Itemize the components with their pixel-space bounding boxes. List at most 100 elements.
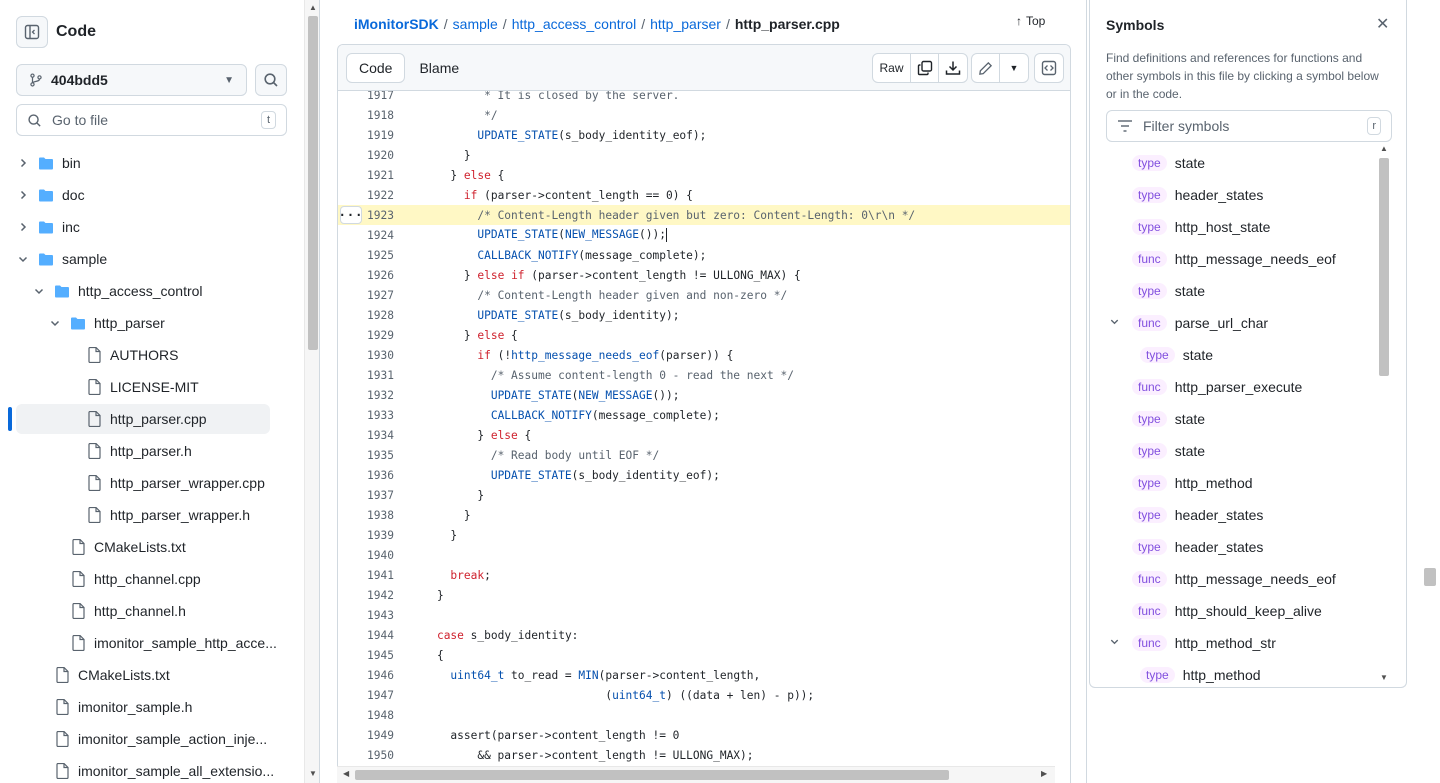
line-number[interactable]: 1918 bbox=[338, 109, 394, 122]
line-number[interactable]: 1920 bbox=[338, 149, 394, 162]
tree-file[interactable]: CMakeLists.txt bbox=[0, 660, 300, 690]
scroll-up-icon[interactable]: ▲ bbox=[309, 3, 317, 12]
line-number[interactable]: 1936 bbox=[338, 469, 394, 482]
symbol-item[interactable]: type header_states bbox=[1132, 532, 1263, 562]
breadcrumb-link[interactable]: http_access_control bbox=[512, 16, 637, 32]
code-line[interactable]: 1945 { bbox=[338, 645, 1070, 665]
code-line[interactable]: 1947 (uint64_t) ((data + len) - p)); bbox=[338, 685, 1070, 705]
line-number[interactable]: 1930 bbox=[338, 349, 394, 362]
tree-file[interactable]: imonitor_sample_http_acce... bbox=[0, 628, 300, 658]
scroll-left-icon[interactable]: ◀ bbox=[343, 769, 349, 778]
chevron-right-icon[interactable] bbox=[16, 189, 30, 201]
line-number[interactable]: 1932 bbox=[338, 389, 394, 402]
code-line[interactable]: 1917 * It is closed by the server. bbox=[338, 91, 1070, 105]
line-number[interactable]: 1941 bbox=[338, 569, 394, 582]
line-number[interactable]: 1925 bbox=[338, 249, 394, 262]
line-number[interactable]: 1946 bbox=[338, 669, 394, 682]
scroll-up-icon[interactable]: ▲ bbox=[1380, 144, 1388, 153]
search-button[interactable] bbox=[255, 64, 287, 96]
scroll-down-icon[interactable]: ▼ bbox=[309, 769, 317, 778]
code-scroll-thumb[interactable] bbox=[355, 770, 949, 780]
code-line[interactable]: 1932 UPDATE_STATE(NEW_MESSAGE()); bbox=[338, 385, 1070, 405]
line-number[interactable]: 1934 bbox=[338, 429, 394, 442]
line-number[interactable]: 1919 bbox=[338, 129, 394, 142]
page-scroll-thumb[interactable] bbox=[1424, 568, 1436, 586]
line-number[interactable]: 1948 bbox=[338, 709, 394, 722]
symbol-item[interactable]: type state bbox=[1140, 340, 1213, 370]
code-line[interactable]: 1943 bbox=[338, 605, 1070, 625]
tree-file[interactable]: http_channel.h bbox=[0, 596, 300, 626]
breadcrumb-repo-link[interactable]: iMonitorSDK bbox=[354, 16, 439, 32]
code-line[interactable]: 1936 UPDATE_STATE(s_body_identity_eof); bbox=[338, 465, 1070, 485]
code-line[interactable]: 1934 } else { bbox=[338, 425, 1070, 445]
symbols-scrollbar[interactable]: ▲ ▼ bbox=[1376, 142, 1392, 687]
symbol-item[interactable]: type state bbox=[1132, 148, 1205, 178]
line-number[interactable]: 1938 bbox=[338, 509, 394, 522]
line-number[interactable]: 1926 bbox=[338, 269, 394, 282]
tree-file[interactable]: http_channel.cpp bbox=[0, 564, 300, 594]
code-line[interactable]: 1923 /* Content-Length header given but … bbox=[338, 205, 1070, 225]
line-number[interactable]: 1943 bbox=[338, 609, 394, 622]
code-line[interactable]: 1927 /* Content-Length header given and … bbox=[338, 285, 1070, 305]
top-button[interactable]: ↑ Top bbox=[1016, 14, 1045, 28]
chevron-right-icon[interactable] bbox=[16, 221, 30, 233]
symbol-item[interactable]: func http_message_needs_eof bbox=[1132, 564, 1336, 594]
code-line[interactable]: 1922 if (parser->content_length == 0) { bbox=[338, 185, 1070, 205]
tree-folder[interactable]: http_parser bbox=[0, 308, 300, 338]
code-line[interactable]: 1928 UPDATE_STATE(s_body_identity); bbox=[338, 305, 1070, 325]
scroll-right-icon[interactable]: ▶ bbox=[1041, 769, 1047, 778]
line-number[interactable]: 1917 bbox=[338, 91, 394, 102]
line-number[interactable]: 1940 bbox=[338, 549, 394, 562]
breadcrumb-link[interactable]: sample bbox=[453, 16, 498, 32]
tree-file[interactable]: CMakeLists.txt bbox=[0, 532, 300, 562]
line-number[interactable]: 1944 bbox=[338, 629, 394, 642]
code-line[interactable]: 1933 CALLBACK_NOTIFY(message_complete); bbox=[338, 405, 1070, 425]
symbol-item[interactable]: type state bbox=[1132, 404, 1205, 434]
tab-blame[interactable]: Blame bbox=[405, 53, 473, 83]
line-number[interactable]: 1924 bbox=[338, 229, 394, 242]
tree-file[interactable]: http_parser_wrapper.cpp bbox=[0, 468, 300, 498]
code-line[interactable]: 1941 break; bbox=[338, 565, 1070, 585]
line-number[interactable]: 1933 bbox=[338, 409, 394, 422]
symbol-item[interactable]: func http_parser_execute bbox=[1132, 372, 1302, 402]
tree-file[interactable]: http_parser.cpp bbox=[16, 404, 270, 434]
symbol-item[interactable]: type header_states bbox=[1132, 500, 1263, 530]
line-number[interactable]: 1931 bbox=[338, 369, 394, 382]
symbol-item[interactable]: func parse_url_char bbox=[1132, 308, 1268, 338]
download-button[interactable] bbox=[939, 54, 967, 82]
line-number[interactable]: 1928 bbox=[338, 309, 394, 322]
code-line[interactable]: 1931 /* Assume content-length 0 - read t… bbox=[338, 365, 1070, 385]
close-icon[interactable]: ✕ bbox=[1376, 14, 1389, 34]
sidebar-scrollbar[interactable]: ▲ ▼ bbox=[304, 0, 319, 783]
line-number[interactable]: 1945 bbox=[338, 649, 394, 662]
copy-button[interactable] bbox=[911, 54, 939, 82]
code-line[interactable]: 1950 && parser->content_length != ULLONG… bbox=[338, 745, 1070, 765]
branch-selector[interactable]: 404bdd5 ▼ bbox=[16, 64, 247, 96]
code-line[interactable]: 1925 CALLBACK_NOTIFY(message_complete); bbox=[338, 245, 1070, 265]
code-line[interactable]: 1938 } bbox=[338, 505, 1070, 525]
line-number[interactable]: 1950 bbox=[338, 749, 394, 762]
symbol-item[interactable]: type http_method bbox=[1132, 468, 1253, 498]
code-line[interactable]: 1918 */ bbox=[338, 105, 1070, 125]
symbol-item[interactable]: func http_message_needs_eof bbox=[1132, 244, 1336, 274]
tree-folder[interactable]: bin bbox=[0, 148, 300, 178]
tab-code[interactable]: Code bbox=[346, 53, 406, 83]
code-horizontal-scrollbar[interactable]: ◀ ▶ bbox=[337, 766, 1055, 783]
code-line[interactable]: 1948 bbox=[338, 705, 1070, 725]
tree-file[interactable]: imonitor_sample.h bbox=[0, 692, 300, 722]
code-line[interactable]: 1946 uint64_t to_read = MIN(parser->cont… bbox=[338, 665, 1070, 685]
collapse-sidebar-button[interactable] bbox=[16, 16, 48, 48]
raw-button[interactable]: Raw bbox=[873, 54, 911, 82]
symbols-toggle-button[interactable] bbox=[1034, 53, 1064, 83]
symbol-item[interactable]: func http_method_str bbox=[1132, 628, 1276, 658]
code-line[interactable]: 1937 } bbox=[338, 485, 1070, 505]
line-number[interactable]: 1935 bbox=[338, 449, 394, 462]
tree-folder[interactable]: http_access_control bbox=[0, 276, 300, 306]
code-line[interactable]: 1935 /* Read body until EOF */ bbox=[338, 445, 1070, 465]
line-number[interactable]: 1927 bbox=[338, 289, 394, 302]
tree-folder[interactable]: sample bbox=[0, 244, 300, 274]
tree-file[interactable]: LICENSE-MIT bbox=[0, 372, 300, 402]
line-number[interactable]: 1939 bbox=[338, 529, 394, 542]
code-line[interactable]: 1924 UPDATE_STATE(NEW_MESSAGE()); bbox=[338, 225, 1070, 245]
chevron-right-icon[interactable] bbox=[16, 157, 30, 169]
